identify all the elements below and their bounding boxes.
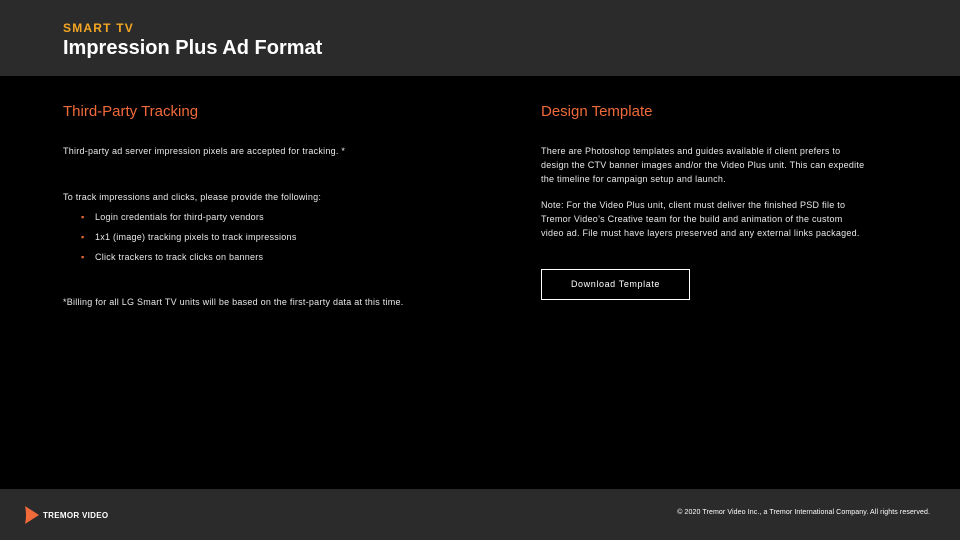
design-template-paragraph: There are Photoshop templates and guides… (541, 144, 864, 186)
bullet-icon: ▪ (81, 232, 85, 242)
bullet-icon: ▪ (81, 212, 85, 222)
paragraph-line: Note: For the Video Plus unit, client mu… (541, 200, 846, 210)
tracking-instructions: To track impressions and clicks, please … (63, 192, 322, 202)
list-item: ▪ Login credentials for third-party vendo… (78, 210, 297, 230)
list-item-text: Click trackers to track clicks on banner… (95, 252, 264, 262)
psd-delivery-note: Note: For the Video Plus unit, client mu… (541, 198, 860, 240)
list-item-text: Login credentials for third-party vendor… (95, 212, 264, 222)
download-template-button[interactable]: Download Template (541, 269, 690, 300)
billing-footnote: *Billing for all LG Smart TV units will … (63, 297, 404, 307)
list-item: ▪ Click trackers to track clicks on banne… (78, 250, 297, 270)
footer-bar: TREMOR VIDEO © 2020 Tremor Video Inc., a… (0, 489, 960, 540)
paragraph-line: There are Photoshop templates and guides… (541, 146, 841, 156)
paragraph-line: design the CTV banner images and/or the … (541, 160, 865, 170)
header-bar: SMART TV Impression Plus Ad Format (0, 0, 960, 76)
bullet-icon: ▪ (81, 252, 85, 262)
page-title: Impression Plus Ad Format (63, 37, 323, 59)
paragraph-line: Tremor Video’s Creative team for the bui… (541, 214, 843, 224)
copyright-text: © 2020 Tremor Video Inc., a Tremor Inter… (677, 509, 930, 516)
list-item-text: 1x1 (image) tracking pixels to track imp… (95, 232, 297, 242)
third-party-tracking-heading: Third-Party Tracking (63, 103, 199, 120)
section-eyebrow: SMART TV (63, 21, 134, 35)
design-template-heading: Design Template (541, 103, 653, 120)
paragraph-line: the timeline for campaign setup and laun… (541, 174, 726, 184)
tracking-paragraph: Third-party ad server impression pixels … (63, 146, 346, 156)
paragraph-line: video ad. File must have layers preserve… (541, 228, 860, 238)
tremor-play-icon (25, 506, 39, 524)
tracking-requirements-list: ▪ Login credentials for third-party vendo… (78, 210, 297, 270)
tremor-video-logo[interactable]: TREMOR VIDEO (24, 505, 108, 525)
logo-wordmark: TREMOR VIDEO (43, 510, 109, 520)
list-item: ▪ 1x1 (image) tracking pixels to track im… (78, 230, 297, 250)
